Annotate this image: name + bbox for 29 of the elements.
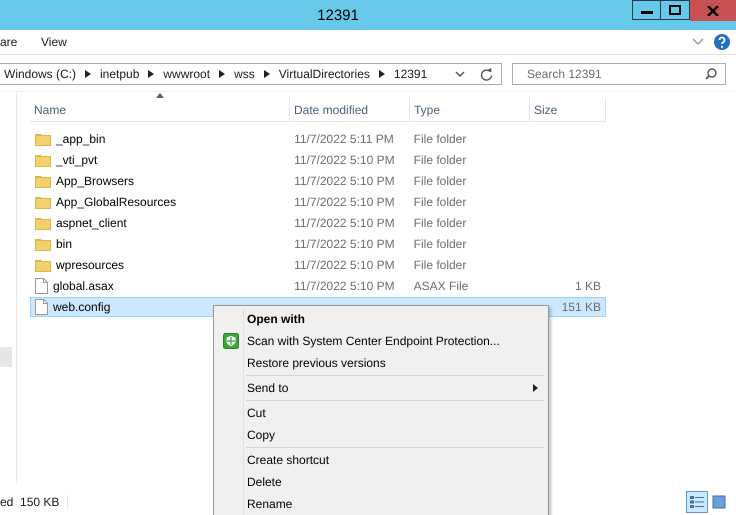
- file-name: App_Browsers: [56, 174, 134, 188]
- file-type: File folder: [414, 132, 466, 146]
- date-modified: 11/7/2022 5:10 PM: [294, 258, 395, 272]
- date-modified: 11/7/2022 5:10 PM: [294, 279, 395, 293]
- file-name: bin: [56, 237, 72, 251]
- file-size: 151 KB: [562, 300, 601, 314]
- date-modified: 11/7/2022 5:10 PM: [294, 237, 395, 251]
- date-modified: 11/7/2022 5:10 PM: [294, 216, 395, 230]
- date-modified: 11/7/2022 5:11 PM: [294, 132, 394, 146]
- status-text: ed 150 KB: [0, 495, 68, 509]
- file-type: ASAX File: [414, 279, 468, 293]
- file-type: File folder: [414, 216, 466, 230]
- date-modified: 11/7/2022 5:10 PM: [294, 195, 395, 209]
- file-name: App_GlobalResources: [56, 195, 176, 209]
- file-name: _vti_pvt: [56, 153, 98, 167]
- file-size: 1 KB: [574, 279, 601, 293]
- file-name: aspnet_client: [56, 216, 127, 230]
- file-type: File folder: [414, 153, 466, 167]
- file-name: _app_bin: [56, 132, 106, 146]
- file-type: File folder: [414, 237, 466, 251]
- file-type: File folder: [414, 174, 466, 188]
- file-name: wpresources: [56, 258, 124, 272]
- date-modified: 11/7/2022 5:10 PM: [294, 174, 395, 188]
- file-type: File folder: [414, 258, 466, 272]
- file-type: File folder: [414, 195, 466, 209]
- date-modified: 11/7/2022 5:10 PM: [294, 153, 395, 167]
- file-name: global.asax: [53, 279, 114, 293]
- window-title: 12391: [317, 6, 359, 24]
- file-name: web.config: [53, 300, 110, 314]
